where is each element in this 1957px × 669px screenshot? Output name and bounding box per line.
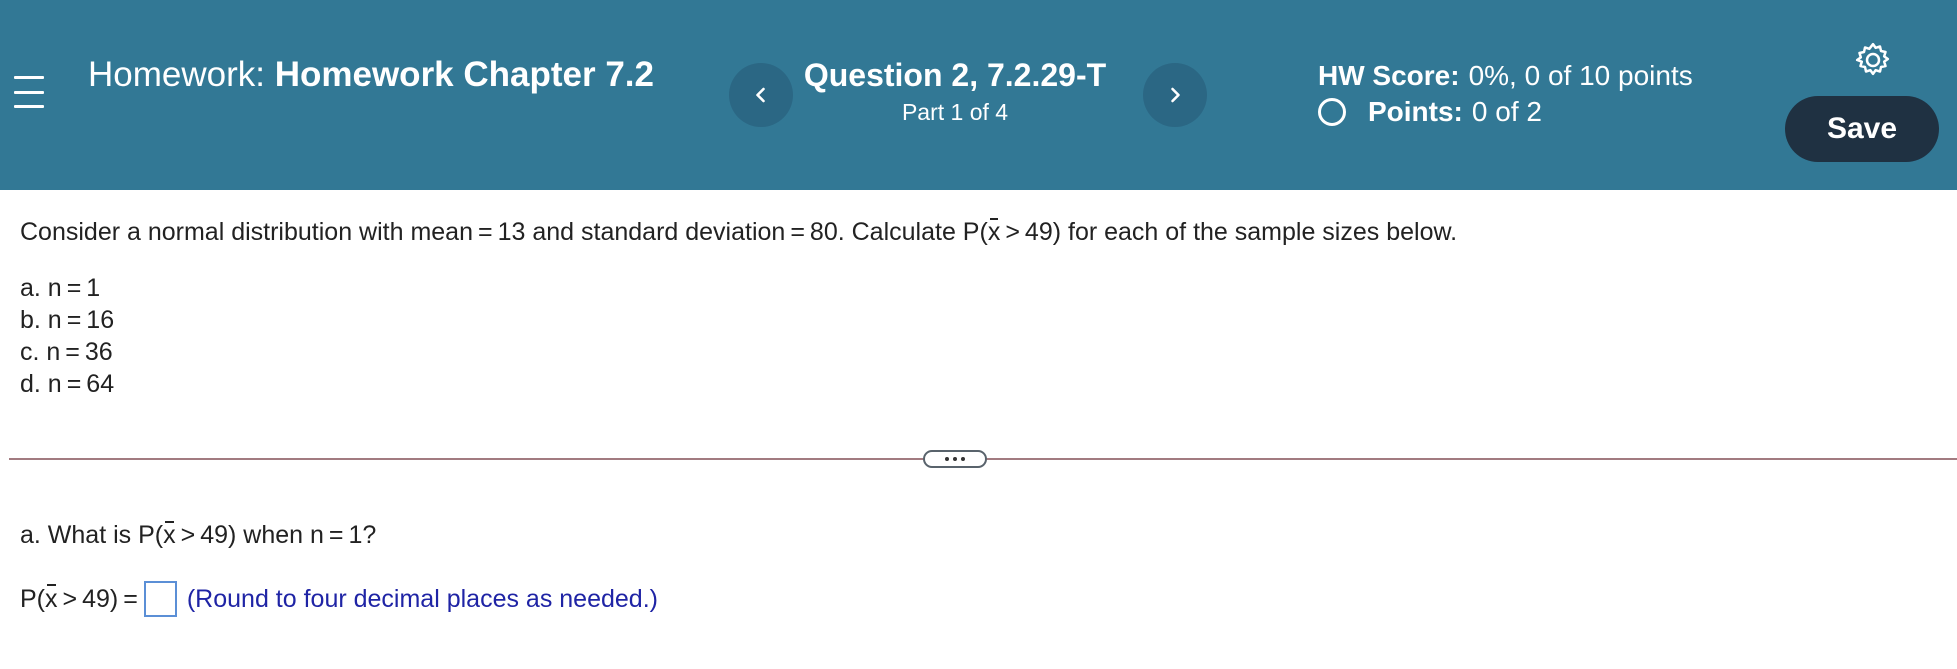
ellipsis-icon[interactable] [923, 450, 987, 468]
list-item: c. n = 36 [20, 338, 113, 366]
rounding-hint: (Round to four decimal places as needed.… [186, 585, 658, 613]
hw-score-label: HW Score: [1318, 60, 1460, 91]
problem-statement: Consider a normal distribution with mean… [20, 216, 1457, 248]
points-label: Points: [1368, 96, 1463, 127]
x-bar-symbol: x [987, 218, 1001, 246]
save-button[interactable]: Save [1785, 96, 1939, 162]
question-prompt-start: a. What is P( [20, 521, 164, 549]
list-item: b. n = 16 [20, 306, 115, 334]
x-bar-symbol: x [45, 582, 58, 616]
score-panel: HW Score: 0%, 0 of 10 points Points: 0 o… [1318, 58, 1693, 130]
sample-size-list: a. n = 1 b. n = 16 c. n = 36 d. n = 64 [20, 272, 114, 400]
chevron-left-icon [756, 87, 765, 103]
points-value: 0 of 2 [1471, 96, 1542, 127]
menu-bar [14, 76, 44, 79]
previous-question-button[interactable] [729, 63, 793, 127]
dot [961, 457, 965, 461]
dot [945, 457, 949, 461]
question-title: Question 2, 7.2.29-T [803, 57, 1107, 93]
problem-text-end: > 49) for each of the sample sizes below… [1000, 218, 1458, 246]
menu-bar [14, 105, 44, 108]
list-item: d. n = 64 [20, 370, 115, 398]
answer-input[interactable] [143, 581, 177, 617]
x-bar-symbol: x [163, 521, 176, 549]
hw-score: HW Score: 0%, 0 of 10 points [1318, 58, 1693, 94]
radio-empty-icon [1318, 98, 1346, 126]
dot [953, 457, 957, 461]
answer-label-end: > 49) = [57, 585, 138, 613]
hw-score-value: 0%, 0 of 10 points [1468, 60, 1693, 91]
gear-icon[interactable] [1853, 40, 1893, 80]
next-question-button[interactable] [1143, 63, 1207, 127]
chevron-right-icon [1171, 87, 1180, 103]
question-prompt: a. What is P(x > 49) when n = 1? [20, 519, 376, 551]
answer-label-start: P( [20, 585, 45, 613]
question-part: Part 1 of 4 [901, 99, 1009, 125]
question-prompt-end: > 49) when n = 1? [175, 521, 377, 549]
homework-title-prefix: Homework: [88, 55, 265, 94]
homework-title: Homework: Homework Chapter 7.2 [88, 56, 688, 94]
homework-title-name: Homework Chapter 7.2 [274, 55, 654, 94]
menu-icon[interactable] [14, 76, 48, 108]
menu-bar [14, 90, 44, 94]
problem-text-start: Consider a normal distribution with mean… [20, 218, 988, 246]
answer-row: P(x > 49) = (Round to four decimal place… [20, 581, 658, 617]
question-info: Question 2, 7.2.29-T Part 1 of 4 [800, 56, 1110, 128]
list-item: a. n = 1 [20, 274, 101, 302]
top-header: Homework: Homework Chapter 7.2 Question … [0, 0, 1957, 190]
points-score: Points: 0 of 2 [1318, 94, 1693, 130]
